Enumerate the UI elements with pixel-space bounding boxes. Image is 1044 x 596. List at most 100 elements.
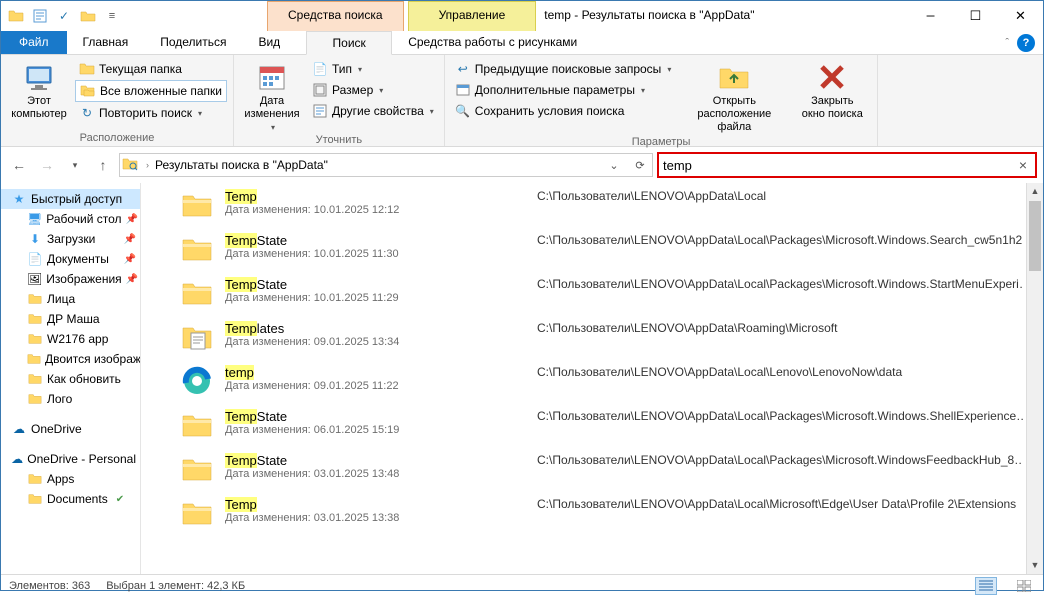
- refresh-icon[interactable]: ⟳: [630, 159, 650, 172]
- current-folder-button[interactable]: Текущая папка: [75, 59, 227, 79]
- result-row[interactable]: tempДата изменения: 09.01.2025 11:22C:\П…: [141, 359, 1043, 403]
- tree-folder[interactable]: Apps: [1, 469, 140, 489]
- address-dropdown-icon[interactable]: ⌄: [604, 159, 624, 172]
- tree-folder[interactable]: Двоится изображение: [1, 349, 140, 369]
- adv-params-button[interactable]: Дополнительные параметры▾: [451, 80, 676, 100]
- recent-dropdown[interactable]: ▾: [63, 153, 87, 177]
- result-meta: Дата изменения: 10.01.2025 11:29: [225, 292, 525, 304]
- result-path: C:\Пользователи\LENOVO\AppData\Local\Pac…: [537, 233, 1023, 247]
- context-tab-manage[interactable]: Управление: [408, 1, 537, 31]
- close-search-button[interactable]: Закрыть окно поиска: [793, 57, 871, 121]
- tree-desktop[interactable]: 🖥Рабочий стол📌: [1, 209, 140, 229]
- file-icon: [181, 321, 213, 353]
- scroll-up-icon[interactable]: ▲: [1027, 183, 1043, 200]
- address-bar[interactable]: › Результаты поиска в "AppData" ⌄ ⟳: [119, 153, 653, 177]
- result-meta: Дата изменения: 09.01.2025 11:22: [225, 380, 525, 392]
- file-icon: [181, 453, 213, 485]
- tree-folder[interactable]: Лого: [1, 389, 140, 409]
- this-pc-button[interactable]: Этот компьютер: [7, 57, 71, 121]
- result-path: C:\Пользователи\LENOVO\AppData\Local: [537, 189, 1023, 203]
- file-icon: [181, 233, 213, 265]
- tree-documents[interactable]: 📄Документы📌: [1, 249, 140, 269]
- ribbon-group-refine: Дата изменения ▾ 📄Тип▾ Размер▾ Другие св…: [234, 55, 445, 146]
- file-icon: [181, 277, 213, 309]
- result-name: temp: [225, 365, 525, 380]
- help-icon[interactable]: ?: [1017, 34, 1035, 52]
- tab-search[interactable]: Поиск: [306, 31, 392, 55]
- search-value: temp: [663, 158, 1015, 173]
- details-view-button[interactable]: [975, 577, 997, 595]
- maximize-button[interactable]: ☐: [953, 1, 998, 31]
- date-modified-button[interactable]: Дата изменения ▾: [240, 57, 304, 132]
- checkmark-icon[interactable]: ✓: [53, 5, 75, 27]
- result-row[interactable]: TemplatesДата изменения: 09.01.2025 13:3…: [141, 315, 1043, 359]
- status-bar: Элементов: 363 Выбран 1 элемент: 42,3 КБ: [1, 574, 1043, 596]
- selection-info: Выбран 1 элемент: 42,3 КБ: [106, 580, 245, 592]
- file-icon: [181, 497, 213, 529]
- result-row[interactable]: TempStateДата изменения: 03.01.2025 13:4…: [141, 447, 1043, 491]
- scrollbar[interactable]: ▲ ▼: [1026, 183, 1043, 574]
- tree-quick-access[interactable]: ★Быстрый доступ: [1, 189, 140, 209]
- scroll-down-icon[interactable]: ▼: [1027, 557, 1043, 574]
- tree-folder[interactable]: Documents✔: [1, 489, 140, 509]
- file-icon: [181, 365, 213, 397]
- tree-folder[interactable]: W2176 app: [1, 329, 140, 349]
- close-button[interactable]: ✕: [998, 1, 1043, 31]
- tree-folder[interactable]: Лица: [1, 289, 140, 309]
- properties-icon[interactable]: [29, 5, 51, 27]
- icons-view-button[interactable]: [1013, 577, 1035, 595]
- tab-home[interactable]: Главная: [67, 31, 145, 54]
- ribbon-tabs: Файл Главная Поделиться Вид Поиск Средст…: [1, 31, 1043, 55]
- ribbon: Этот компьютер Текущая папка Все вложенн…: [1, 55, 1043, 147]
- ribbon-group-params: ↩Предыдущие поисковые запросы▾ Дополните…: [445, 55, 879, 146]
- back-button[interactable]: ←: [7, 153, 31, 177]
- tree-onedrive[interactable]: ☁OneDrive: [1, 419, 140, 439]
- clear-search-icon[interactable]: ×: [1015, 157, 1031, 173]
- result-path: C:\Пользователи\LENOVO\AppData\Local\Pac…: [537, 277, 1023, 291]
- size-button[interactable]: Размер▾: [308, 80, 438, 100]
- window-title: temp - Результаты поиска в "AppData": [536, 1, 908, 31]
- tree-onedrive-personal[interactable]: ☁OneDrive - Personal: [1, 449, 140, 469]
- new-folder-icon[interactable]: [77, 5, 99, 27]
- scroll-thumb[interactable]: [1029, 201, 1041, 271]
- sync-icon: ✔: [116, 494, 124, 505]
- result-meta: Дата изменения: 10.01.2025 12:12: [225, 204, 525, 216]
- tree-downloads[interactable]: ⬇Загрузки📌: [1, 229, 140, 249]
- result-row[interactable]: TempStateДата изменения: 06.01.2025 15:1…: [141, 403, 1043, 447]
- window-controls: ─ ☐ ✕: [908, 1, 1043, 31]
- tab-picture-tools[interactable]: Средства работы с рисунками: [392, 31, 593, 54]
- context-tab-search[interactable]: Средства поиска: [267, 1, 404, 31]
- result-name: Temp: [225, 189, 525, 204]
- tree-pictures[interactable]: 🖼Изображения📌: [1, 269, 140, 289]
- result-name: TempState: [225, 453, 525, 468]
- result-name: Templates: [225, 321, 525, 336]
- pin-icon: 📌: [124, 254, 136, 265]
- open-location-button[interactable]: Открыть расположение файла: [679, 57, 789, 134]
- address-text: Результаты поиска в "AppData": [155, 158, 598, 172]
- up-button[interactable]: ↑: [91, 153, 115, 177]
- result-meta: Дата изменения: 03.01.2025 13:48: [225, 468, 525, 480]
- repeat-search-button[interactable]: ↻Повторить поиск▾: [75, 103, 227, 123]
- forward-button[interactable]: →: [35, 153, 59, 177]
- result-row[interactable]: TempStateДата изменения: 10.01.2025 11:3…: [141, 227, 1043, 271]
- qat-dropdown-icon[interactable]: ≡: [101, 5, 123, 27]
- pin-icon: 📌: [124, 234, 136, 245]
- search-input[interactable]: temp ×: [657, 152, 1037, 178]
- prev-queries-button[interactable]: ↩Предыдущие поисковые запросы▾: [451, 59, 676, 79]
- type-button[interactable]: 📄Тип▾: [308, 59, 438, 79]
- tab-file[interactable]: Файл: [1, 31, 67, 54]
- other-props-button[interactable]: Другие свойства▾: [308, 101, 438, 121]
- tab-share[interactable]: Поделиться: [144, 31, 242, 54]
- tree-folder[interactable]: Как обновить: [1, 369, 140, 389]
- all-subfolders-button[interactable]: Все вложенные папки: [75, 80, 227, 102]
- result-row[interactable]: TempДата изменения: 10.01.2025 12:12 C:\П…: [141, 183, 1043, 227]
- collapse-ribbon-icon[interactable]: ˆ: [1005, 37, 1009, 49]
- tab-view[interactable]: Вид: [242, 31, 296, 54]
- body: ★Быстрый доступ 🖥Рабочий стол📌 ⬇Загрузки…: [1, 183, 1043, 574]
- tree-folder[interactable]: ДР Маша: [1, 309, 140, 329]
- result-row[interactable]: TempДата изменения: 03.01.2025 13:38C:\П…: [141, 491, 1043, 535]
- navigation-tree[interactable]: ★Быстрый доступ 🖥Рабочий стол📌 ⬇Загрузки…: [1, 183, 141, 574]
- save-conditions-button[interactable]: 🔍Сохранить условия поиска: [451, 101, 676, 121]
- result-row[interactable]: TempStateДата изменения: 10.01.2025 11:2…: [141, 271, 1043, 315]
- minimize-button[interactable]: ─: [908, 1, 953, 31]
